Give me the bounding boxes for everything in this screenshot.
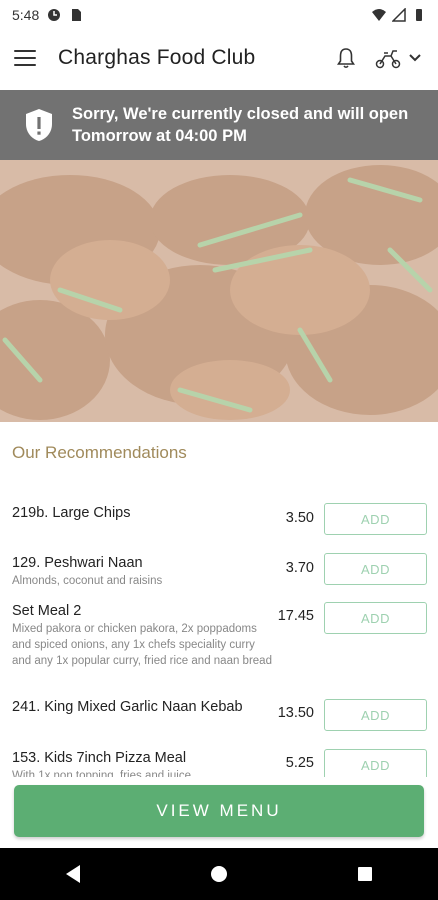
menu-icon[interactable] — [14, 50, 36, 66]
status-time: 5:48 — [12, 7, 40, 23]
item-name: Set Meal 2 — [12, 603, 82, 619]
add-button[interactable]: ADD — [324, 749, 427, 777]
view-menu-button[interactable]: VIEW MENU — [14, 785, 424, 837]
battery-icon — [416, 9, 422, 21]
item-name: 241. King Mixed Garlic Naan Kebab — [12, 699, 243, 715]
data-saver-icon — [48, 9, 61, 21]
add-button[interactable]: ADD — [324, 699, 427, 731]
item-price: 5.25 — [285, 755, 314, 771]
item-price: 17.45 — [277, 608, 314, 624]
item-price: 3.70 — [285, 560, 314, 576]
item-description: Almonds, coconut and raisins — [12, 575, 163, 587]
item-name: 129. Peshwari Naan — [12, 555, 143, 571]
app-title: Charghas Food Club — [58, 46, 256, 69]
recommendations-title: Our Recommendations — [12, 443, 187, 462]
shield-alert-icon — [26, 109, 52, 141]
system-nav-bar — [0, 848, 438, 900]
sim-icon — [72, 9, 82, 21]
home-icon[interactable] — [199, 854, 239, 894]
item-name: 153. Kids 7inch Pizza Meal — [12, 750, 187, 766]
add-button[interactable]: ADD — [324, 553, 427, 585]
status-bar: 5:48 — [0, 0, 438, 30]
item-description: With 1x non topping, fries and juice — [12, 770, 191, 777]
add-button[interactable]: ADD — [324, 602, 427, 634]
closed-banner: Sorry, We're currently closed and will o… — [0, 90, 438, 160]
delivery-scooter-icon — [375, 50, 401, 69]
add-button[interactable]: ADD — [324, 503, 427, 535]
wifi-icon — [372, 9, 386, 21]
item-description: Mixed pakora or chicken pakora, 2x poppa… — [12, 623, 272, 667]
chevron-down-icon — [409, 54, 421, 62]
item-name: 219b. Large Chips — [12, 505, 131, 521]
back-icon[interactable] — [53, 854, 93, 894]
item-price: 3.50 — [285, 510, 314, 526]
banner-line-1: Sorry, We're currently closed and will o… — [72, 105, 409, 123]
hero-food-image — [0, 160, 438, 422]
signal-icon — [392, 8, 406, 22]
item-price: 13.50 — [277, 705, 314, 721]
recents-icon[interactable] — [345, 854, 385, 894]
recommendation-list[interactable]: 219b. Large Chips 3.50 ADD 129. Peshwari… — [0, 495, 438, 777]
delivery-mode-selector[interactable] — [374, 47, 422, 69]
app-bar: Charghas Food Club — [0, 30, 438, 86]
bell-icon[interactable] — [334, 46, 358, 70]
banner-line-2: Tomorrow at 04:00 PM — [72, 127, 247, 145]
